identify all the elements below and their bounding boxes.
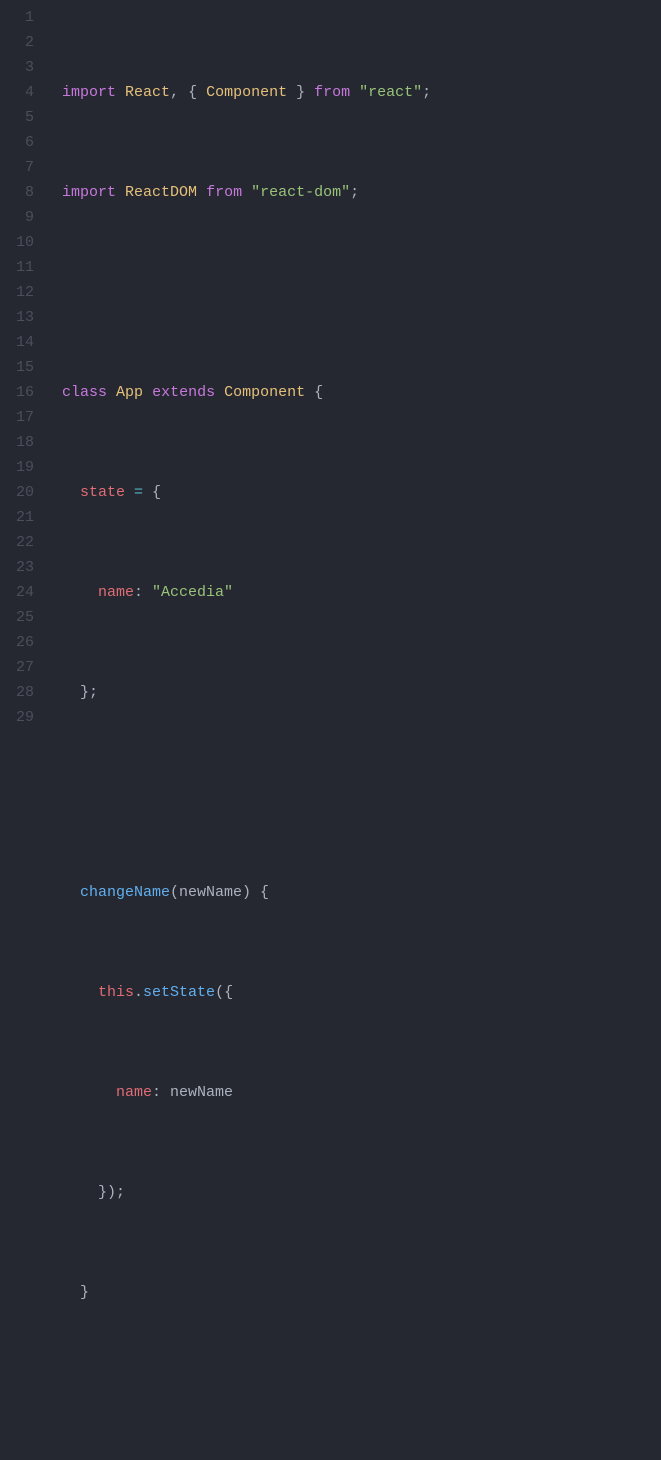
operator: = — [125, 484, 152, 501]
string: "Accedia" — [152, 584, 233, 601]
punct: { — [305, 384, 323, 401]
punct: (newName) { — [170, 884, 269, 901]
line-number: 24 — [0, 580, 34, 605]
method: changeName — [80, 884, 170, 901]
code-line[interactable]: name: newName — [44, 1080, 661, 1105]
punct: } — [80, 1284, 89, 1301]
identifier: React — [125, 84, 170, 101]
code-line[interactable]: }); — [44, 1180, 661, 1205]
line-number: 3 — [0, 55, 34, 80]
line-number: 25 — [0, 605, 34, 630]
line-number: 29 — [0, 705, 34, 730]
line-number: 12 — [0, 280, 34, 305]
line-number: 6 — [0, 130, 34, 155]
line-number: 15 — [0, 355, 34, 380]
string: "react" — [359, 84, 422, 101]
line-number: 4 — [0, 80, 34, 105]
keyword: extends — [152, 384, 215, 401]
identifier: newName — [170, 1084, 233, 1101]
identifier: Component — [206, 84, 287, 101]
code-line[interactable] — [44, 1380, 661, 1405]
punct: : — [134, 584, 152, 601]
punct: , — [170, 84, 188, 101]
punct: { — [188, 84, 206, 101]
line-number: 22 — [0, 530, 34, 555]
code-line[interactable]: name: "Accedia" — [44, 580, 661, 605]
punct: }); — [98, 1184, 125, 1201]
identifier: Component — [224, 384, 305, 401]
punct: }; — [80, 684, 98, 701]
line-number: 28 — [0, 680, 34, 705]
line-number: 17 — [0, 405, 34, 430]
line-number: 13 — [0, 305, 34, 330]
line-number: 8 — [0, 180, 34, 205]
line-number: 14 — [0, 330, 34, 355]
identifier: App — [116, 384, 143, 401]
code-line[interactable]: class App extends Component { — [44, 380, 661, 405]
line-number: 20 — [0, 480, 34, 505]
keyword: from — [197, 184, 251, 201]
line-number: 23 — [0, 555, 34, 580]
punct: } — [287, 84, 305, 101]
line-number: 21 — [0, 505, 34, 530]
keyword: import — [62, 184, 116, 201]
line-number: 9 — [0, 205, 34, 230]
code-line[interactable]: } — [44, 1280, 661, 1305]
line-number: 16 — [0, 380, 34, 405]
property: name — [98, 584, 134, 601]
keyword: class — [62, 384, 107, 401]
code-line[interactable] — [44, 780, 661, 805]
keyword: import — [62, 84, 116, 101]
code-line[interactable]: changeName(newName) { — [44, 880, 661, 905]
line-number: 18 — [0, 430, 34, 455]
code-line[interactable]: state = { — [44, 480, 661, 505]
code-editor[interactable]: 1 2 3 4 5 6 7 8 9 10 11 12 13 14 15 16 1… — [0, 0, 661, 730]
line-number: 19 — [0, 455, 34, 480]
punct: : — [152, 1084, 170, 1101]
line-number: 26 — [0, 630, 34, 655]
line-number: 1 — [0, 5, 34, 30]
code-area[interactable]: import React, { Component } from "react"… — [44, 0, 661, 730]
code-line[interactable]: }; — [44, 680, 661, 705]
punct: { — [152, 484, 161, 501]
string: "react-dom" — [251, 184, 350, 201]
property: name — [116, 1084, 152, 1101]
line-number: 27 — [0, 655, 34, 680]
code-line[interactable]: import React, { Component } from "react"… — [44, 80, 661, 105]
line-number: 5 — [0, 105, 34, 130]
punct: ; — [422, 84, 431, 101]
punct: ; — [350, 184, 359, 201]
code-line[interactable] — [44, 280, 661, 305]
property: state — [80, 484, 125, 501]
code-line[interactable]: this.setState({ — [44, 980, 661, 1005]
line-number: 11 — [0, 255, 34, 280]
line-number: 2 — [0, 30, 34, 55]
identifier: ReactDOM — [125, 184, 197, 201]
keyword: from — [305, 84, 359, 101]
method: setState — [143, 984, 215, 1001]
punct: . — [134, 984, 143, 1001]
line-number: 7 — [0, 155, 34, 180]
punct: ({ — [215, 984, 233, 1001]
code-line[interactable]: import ReactDOM from "react-dom"; — [44, 180, 661, 205]
line-number-gutter: 1 2 3 4 5 6 7 8 9 10 11 12 13 14 15 16 1… — [0, 0, 44, 730]
line-number: 10 — [0, 230, 34, 255]
keyword-this: this — [98, 984, 134, 1001]
